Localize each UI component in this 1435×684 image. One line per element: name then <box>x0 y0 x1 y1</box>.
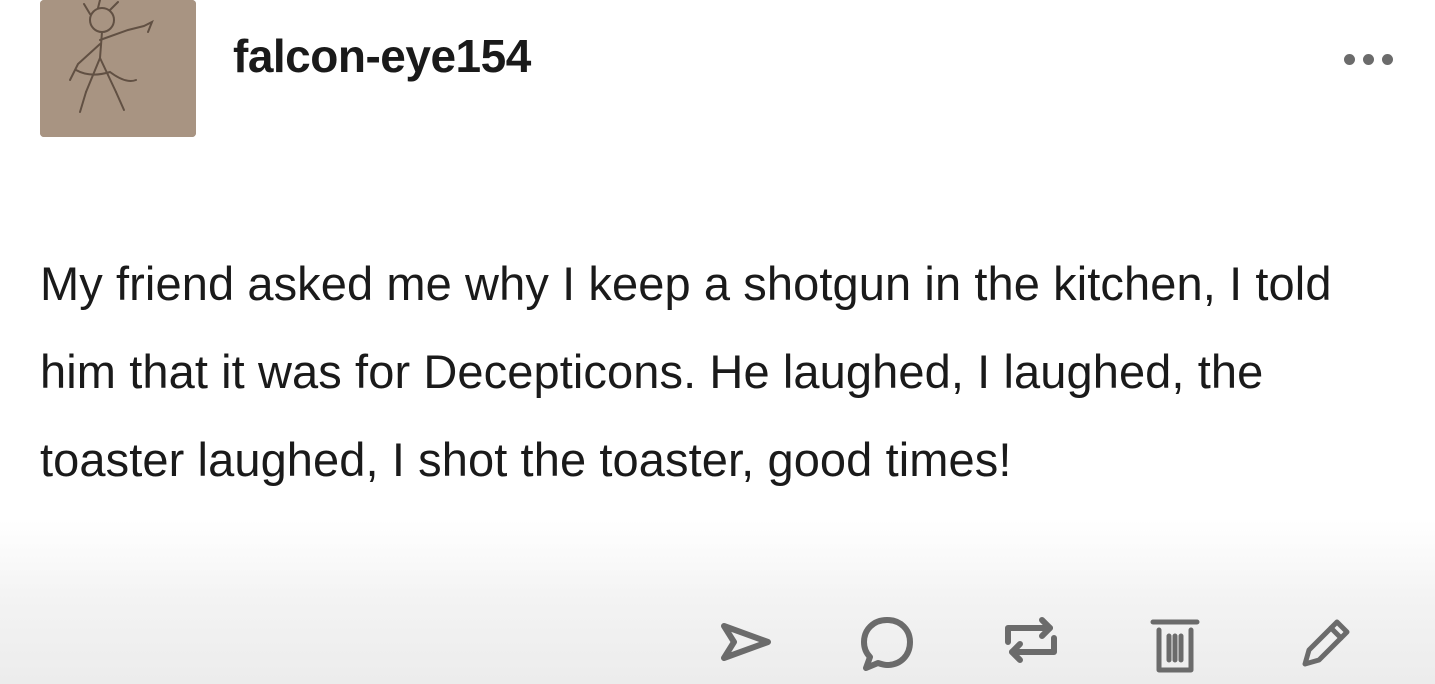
sketch-avatar-icon <box>40 0 196 137</box>
reply-button[interactable] <box>852 612 922 684</box>
reblog-icon <box>1005 617 1057 663</box>
reply-icon <box>861 617 913 671</box>
post-body-text: My friend asked me why I keep a shotgun … <box>40 257 1332 486</box>
post-card: falcon-eye154 My friend asked me why I k… <box>0 0 1435 684</box>
share-icon <box>721 623 771 661</box>
edit-button[interactable] <box>1290 612 1360 684</box>
username[interactable]: falcon-eye154 <box>233 28 531 84</box>
delete-button[interactable] <box>1140 612 1210 684</box>
share-button[interactable] <box>710 612 780 684</box>
avatar[interactable] <box>40 0 196 137</box>
reblog-button[interactable] <box>996 612 1066 684</box>
edit-icon <box>1302 619 1350 667</box>
more-options-button[interactable] <box>1338 42 1408 76</box>
delete-icon <box>1150 619 1200 673</box>
more-options-icon <box>1344 53 1393 65</box>
post-actions <box>700 612 1380 684</box>
